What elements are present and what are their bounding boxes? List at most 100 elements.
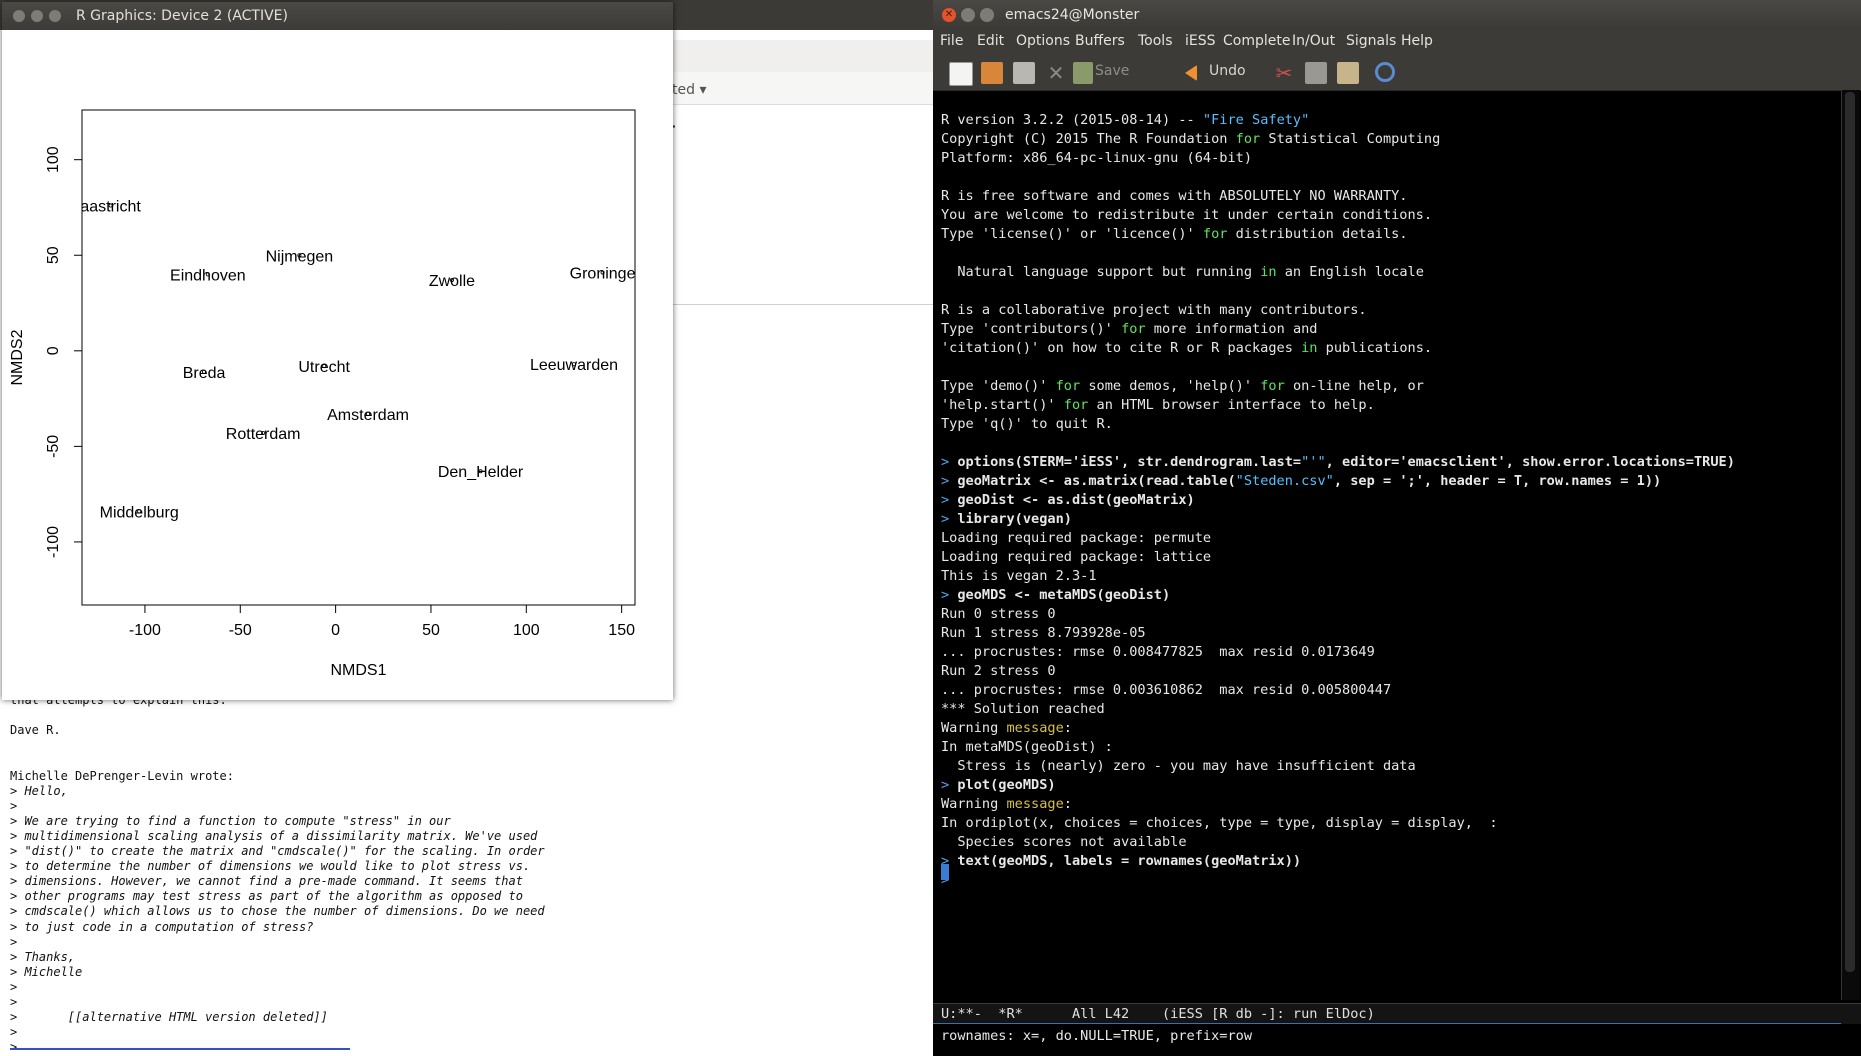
menu-tools[interactable]: Tools: [1138, 33, 1173, 49]
console-text: *** Solution reached: [941, 701, 1105, 717]
console-text: Type 'demo()': [941, 378, 1056, 394]
console-text: Platform: x86_64-pc-linux-gnu (64-bit): [941, 150, 1252, 166]
copy-icon[interactable]: [1305, 62, 1327, 84]
r-graphics-title: R Graphics: Device 2 (ACTIVE): [76, 8, 288, 24]
console-text: Natural language support but running: [941, 264, 1261, 280]
email-line: Dave R.: [10, 723, 61, 738]
console-line: *** Solution reached: [941, 701, 1105, 717]
nmds-scatter-plot: -100 -50 0 50 100 150 -100 -50 0 50 100 NMDS1 NMDS2 a…: [9, 109, 636, 679]
new-file-icon[interactable]: [949, 62, 973, 86]
menu-buffers[interactable]: Buffers: [1075, 33, 1125, 49]
console-line: Species scores not available: [941, 834, 1186, 850]
console-line: R version 3.2.2 (2015-08-14) -- "Fire Sa…: [941, 112, 1309, 128]
divider: [672, 304, 934, 305]
console-text: publications.: [1317, 340, 1433, 356]
console-text: geoDist <- as.dist(geoMatrix): [957, 492, 1195, 508]
console-line: > geoMatrix <- as.matrix(read.table("Ste…: [941, 473, 1661, 489]
console-line: Type 'q()' to quit R.: [941, 416, 1113, 432]
console-text: >: [941, 473, 958, 489]
point-label: Amsterdam: [327, 407, 409, 424]
console-text: ... procrustes: rmse 0.008477825 max res…: [941, 644, 1375, 660]
minibuffer[interactable]: rownames: x=, do.NULL=TRUE, prefix=row: [941, 1028, 1252, 1044]
console-text: for: [1063, 397, 1089, 413]
point-label: Nijmegen: [266, 248, 334, 265]
console-text: an English locale: [1276, 264, 1424, 280]
console-text: In metaMDS(geoDist) :: [941, 739, 1113, 755]
undo-icon[interactable]: [1185, 65, 1197, 81]
console-text: Loading required package: permute: [941, 530, 1212, 546]
console-line: Natural language support but running in …: [941, 264, 1424, 280]
menu-options[interactable]: Options: [1016, 33, 1070, 49]
console-text: ... procrustes: rmse 0.003610862 max res…: [941, 682, 1392, 698]
email-line: >: [10, 995, 18, 1009]
x-tick-label: -50: [229, 622, 252, 639]
emacs-titlebar[interactable]: ✕ emacs24@Monster: [933, 0, 1861, 30]
save-button[interactable]: Save: [1095, 63, 1129, 79]
menu-file[interactable]: File: [940, 33, 963, 49]
point-label: Leeuwarden: [530, 357, 618, 374]
maximize-icon[interactable]: [49, 10, 61, 22]
point-label: Utrecht: [298, 359, 350, 376]
console-line: In ordiplot(x, choices = choices, type =…: [941, 815, 1498, 831]
y-tick-label: 0: [45, 346, 62, 355]
search-icon[interactable]: [1375, 62, 1395, 82]
dired-icon[interactable]: [1013, 62, 1035, 84]
console-line: R is free software and comes with ABSOLU…: [941, 188, 1408, 204]
email-line: > Michelle: [10, 964, 83, 979]
console-text: :: [1063, 796, 1072, 812]
undo-button[interactable]: Undo: [1209, 63, 1246, 79]
email-line: >: [10, 798, 18, 813]
console-text: Run 1 stress 8.793928e-05: [941, 625, 1146, 641]
paste-icon[interactable]: [1337, 62, 1359, 84]
console-text: for: [1121, 321, 1146, 337]
emacs-window: ✕ emacs24@Monster File Edit Options Buffers…: [933, 0, 1861, 1056]
menu-inout[interactable]: In/Out: [1292, 33, 1335, 49]
console-line: > options(STERM='iESS', str.dendrogram.l…: [941, 454, 1735, 470]
x-tick-label: 0: [331, 622, 340, 639]
mailing-list-link[interactable]: [10, 1048, 350, 1050]
email-line: >: [10, 934, 18, 949]
menu-help[interactable]: Help: [1401, 33, 1433, 49]
menu-iess[interactable]: iESS: [1185, 33, 1216, 49]
console-text: for: [1202, 226, 1228, 242]
console-line: ... procrustes: rmse 0.008477825 max res…: [941, 644, 1375, 660]
console-text: message: [1006, 796, 1064, 812]
menu-complete[interactable]: Complete: [1223, 33, 1290, 49]
x-tick-label: -100: [129, 622, 161, 639]
open-file-icon[interactable]: [981, 62, 1003, 84]
background-tab-text[interactable]: ted ▾: [672, 82, 706, 98]
console-line: 'help.start()' for an HTML browser inter…: [941, 397, 1375, 413]
y-tick-label: -50: [45, 435, 62, 458]
console-line: > plot(geoMDS): [941, 777, 1056, 793]
console-text: Loading required package: lattice: [941, 549, 1212, 565]
console-line: Loading required package: lattice: [941, 549, 1211, 565]
console-text: for: [1055, 378, 1081, 394]
maximize-icon[interactable]: [980, 8, 994, 22]
console-line: Stress is (nearly) zero - you may have i…: [941, 758, 1415, 774]
console-line: Type 'license()' or 'licence()' for dist…: [941, 226, 1408, 242]
console-text: plot(geoMDS): [957, 777, 1056, 793]
console-text: 'help.start()': [941, 397, 1064, 413]
close-buffer-icon[interactable]: ✕: [1045, 62, 1067, 84]
console-line: > geoDist <- as.dist(geoMatrix): [941, 492, 1195, 508]
emacs-scrollbar-thumb[interactable]: [1845, 92, 1855, 972]
close-icon[interactable]: ✕: [942, 8, 956, 22]
point-label: Eindhoven: [170, 267, 246, 284]
emacs-title: emacs24@Monster: [1005, 7, 1140, 23]
minimize-icon[interactable]: [961, 8, 975, 22]
console-text: for: [1235, 131, 1261, 147]
menu-edit[interactable]: Edit: [977, 33, 1004, 49]
email-line: > We are trying to find a function to co…: [10, 813, 451, 828]
cut-icon[interactable]: ✂: [1273, 62, 1295, 84]
r-graphics-titlebar[interactable]: R Graphics: Device 2 (ACTIVE): [2, 2, 673, 30]
point-label: Groninge: [570, 265, 636, 282]
close-icon[interactable]: [13, 10, 25, 22]
emacs-modeline: U:**- *R* All L42 (iESS [R db -]: run El…: [933, 1003, 1861, 1024]
y-tick-label: 100: [45, 146, 62, 173]
save-icon[interactable]: [1073, 62, 1093, 84]
console-text: library(vegan): [957, 511, 1072, 527]
console-text: "Fire Safety": [1202, 112, 1310, 128]
minimize-icon[interactable]: [31, 10, 43, 22]
console-text: some demos, 'help()': [1080, 378, 1261, 394]
menu-signals[interactable]: Signals: [1346, 33, 1396, 49]
